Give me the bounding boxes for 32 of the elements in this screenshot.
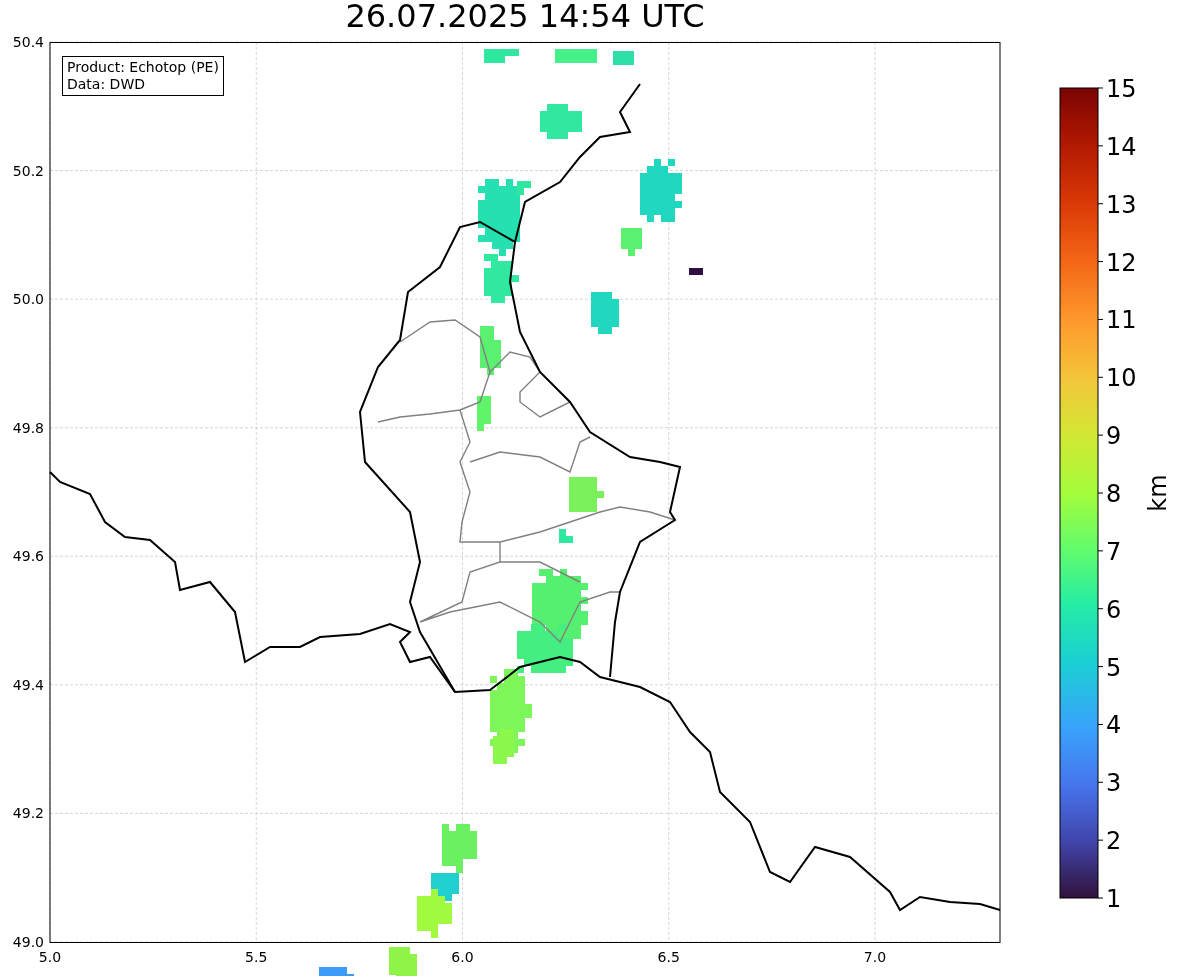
colorbar-tick-label: 13 <box>1106 190 1137 219</box>
colorbar-tick-label: 10 <box>1106 364 1137 393</box>
x-tick-label: 5.5 <box>245 949 268 965</box>
colorbar-tick-label: 12 <box>1106 248 1137 277</box>
y-tick-label: 50.2 <box>12 162 44 179</box>
colorbar-tick-label: 5 <box>1106 653 1122 682</box>
x-tick-label: 6.0 <box>451 949 474 965</box>
y-tick-label: 49.6 <box>12 548 44 565</box>
y-tick-label: 49.8 <box>12 419 44 436</box>
x-tick-label: 6.5 <box>657 949 680 965</box>
y-tick-label: 50.0 <box>12 291 44 308</box>
colorbar-tick-label: 7 <box>1106 537 1122 566</box>
chart-title: 26.07.2025 14:54 UTC <box>344 0 705 35</box>
legend-text: Data: DWD <box>67 76 146 93</box>
legend-text: Product: Echotop (PE) <box>67 59 219 76</box>
y-tick-label: 50.4 <box>12 34 44 50</box>
colorbar-tick-label: 2 <box>1106 827 1122 856</box>
y-tick-label: 49.4 <box>12 676 44 693</box>
colorbar-tick-label: 6 <box>1106 595 1122 624</box>
x-tick-label: 7.0 <box>863 949 887 965</box>
y-tick-label: 49.2 <box>12 805 44 822</box>
colorbar-label: km <box>1144 474 1172 512</box>
colorbar-tick-label: 14 <box>1106 132 1137 161</box>
colorbar-tick-label: 8 <box>1106 480 1122 508</box>
colorbar-tick-label: 4 <box>1106 711 1122 740</box>
colorbar-tick-label: 1 <box>1106 885 1122 913</box>
colorbar-tick-label: 11 <box>1106 306 1137 335</box>
colorbar-tick-label: 9 <box>1106 422 1122 451</box>
colorbar-tick-label: 3 <box>1106 769 1122 798</box>
y-tick-label: 49.0 <box>12 934 44 950</box>
colorbar-tick-label: 15 <box>1106 75 1137 103</box>
x-tick-label: 5.0 <box>38 949 62 965</box>
